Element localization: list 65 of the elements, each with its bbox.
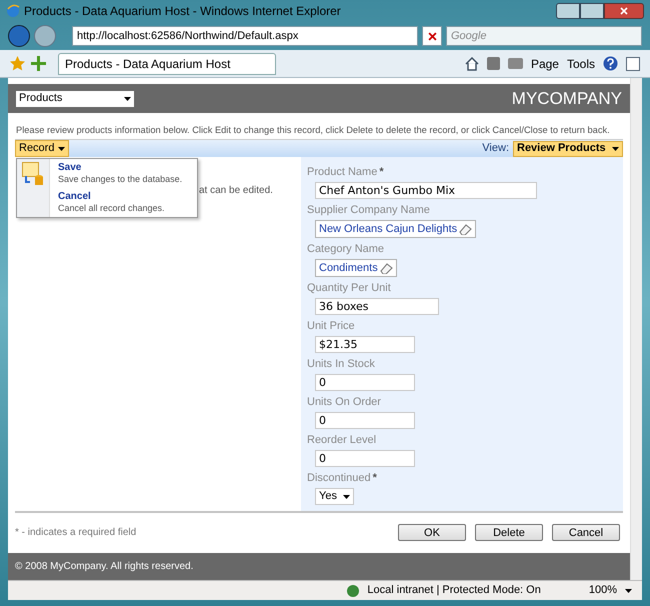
feed-icon[interactable] [486, 57, 500, 70]
menu-item[interactable]: Cancel Cancel all record changes. [58, 191, 182, 214]
menu-item[interactable]: Save Save changes to the database. [58, 162, 182, 185]
field-label: Product Name [307, 167, 378, 178]
text-field[interactable]: 0 [315, 412, 415, 429]
stop-button[interactable] [422, 26, 442, 46]
text-field[interactable]: Chef Anton's Gumbo Mix [315, 182, 537, 199]
menu-select[interactable]: Products [16, 90, 134, 106]
record-button[interactable]: Record [15, 140, 70, 157]
help-icon[interactable] [603, 56, 618, 71]
field-label: Units On Order [307, 397, 381, 408]
copyright-text: © 2008 MyCompany. All rights reserved. [15, 560, 194, 574]
text-field[interactable]: 0 [315, 450, 415, 467]
eraser-icon [380, 262, 393, 274]
field-label: Supplier Company Name [307, 205, 430, 216]
maximize-button[interactable] [580, 3, 604, 19]
table-database-icon [22, 162, 44, 187]
caret-icon [124, 96, 131, 100]
view-label: View: [482, 141, 509, 156]
instructions-text: Please review products information below. Click Edit to change this record, click Delete to delete the record, or click Cancel/Close to return back. [15, 125, 611, 136]
minimize-button[interactable] [556, 3, 580, 19]
field-label: Units In Stock [307, 359, 375, 370]
form-button[interactable]: Cancel [552, 524, 620, 540]
browser-tab[interactable]: Products - Data Aquarium Host [58, 52, 276, 74]
field-label: Discontinued [307, 473, 371, 484]
intranet-icon [347, 584, 360, 596]
caret-icon [58, 146, 66, 150]
command-menu[interactable]: Page [530, 54, 559, 72]
command-menu[interactable]: Tools [566, 54, 595, 72]
required-mark: * [372, 473, 377, 484]
description-text: at can be edited. [199, 185, 273, 196]
toolbar-icon[interactable] [626, 56, 640, 70]
required-note: * - indicates a required field [15, 526, 136, 540]
form-button[interactable]: Delete [475, 524, 543, 540]
window-title: Products - Data Aquarium Host - Windows Internet Explorer [24, 3, 341, 20]
field-label: Reorder Level [307, 435, 376, 446]
stop-icon [428, 32, 436, 40]
address-field[interactable]: http://localhost:62586/Northwind/Default.aspx [72, 26, 418, 46]
view-select[interactable]: Review Products [513, 140, 623, 156]
lookup-field[interactable]: Condiments [315, 259, 397, 277]
eraser-icon [459, 224, 472, 234]
caret-icon [342, 494, 350, 498]
field-label: Unit Price [307, 321, 355, 332]
browser-logo-icon [6, 4, 20, 18]
star-icon[interactable] [10, 56, 25, 71]
close-icon [620, 7, 628, 15]
close-button[interactable] [604, 3, 644, 19]
text-field[interactable]: $21.35 [315, 336, 415, 353]
required-mark: * [379, 167, 384, 178]
caret-icon [612, 146, 619, 150]
field-label: Category Name [307, 244, 384, 255]
zoom-level[interactable]: 100% [588, 582, 617, 599]
company-name: MYCOMPANY [512, 88, 622, 110]
plus-star-icon[interactable] [31, 56, 46, 71]
field-label: Quantity Per Unit [307, 283, 391, 294]
text-field[interactable]: 0 [315, 374, 415, 391]
form-button[interactable]: OK [398, 524, 466, 540]
printer-icon[interactable] [508, 58, 523, 69]
dropdown-field[interactable]: Yes [315, 488, 354, 505]
text-field[interactable]: 36 boxes [315, 298, 439, 315]
back-button[interactable] [8, 25, 30, 47]
home-icon[interactable] [464, 56, 479, 70]
caret-icon [625, 588, 632, 592]
lookup-field[interactable]: New Orleans Cajun Delights [315, 220, 476, 238]
security-zone-text: Local intranet | Protected Mode: On [367, 583, 541, 598]
